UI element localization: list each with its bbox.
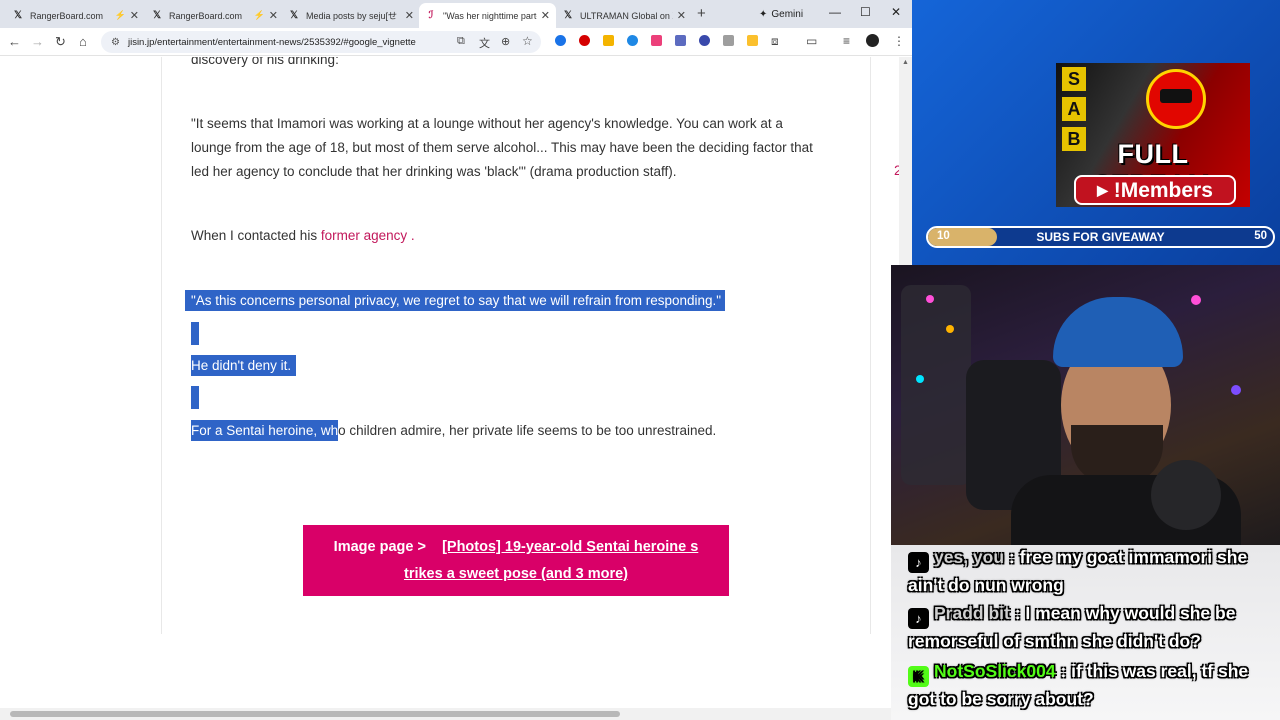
gemini-icon: ✦ [759,8,768,20]
close-tab-icon[interactable]: ✕ [269,9,278,22]
x-icon: 𝕏 [13,10,23,21]
extension-icon[interactable] [699,35,710,46]
article-quote-line: "It seems that Imamori was working at a … [191,116,783,131]
extension-icon[interactable] [747,35,758,46]
extension-icon[interactable] [723,35,734,46]
chat-panel: ♪ yes, you : free my goat immamori she ai… [891,545,1280,720]
maximize-icon[interactable]: ☐ [860,5,871,19]
members-badge: ▶ !Members [1074,175,1236,205]
close-tab-icon[interactable]: ✕ [130,9,139,22]
zoom-icon[interactable]: ⊕ [501,35,510,48]
close-window-icon[interactable]: ✕ [891,5,901,19]
bolt-icon: ⚡ [253,10,265,20]
horizontal-scrollbar[interactable] [0,708,912,720]
minimize-icon[interactable]: — [829,5,841,19]
giveaway-goal: 50 [1254,230,1267,242]
chat-message: ♪ yes, you : free my goat immamori she ai… [908,545,1268,597]
tab-media-posts[interactable]: 𝕏 Media posts by seju[せ ✕ [282,3,420,28]
shelf [901,285,971,485]
article-quote-line: led her agency to conclude that her drin… [191,164,677,179]
selected-text: He didn't deny it. [191,355,297,376]
microphone [1151,460,1221,530]
page-content: discovery of his drinking: "It seems tha… [0,57,892,634]
new-tab-button[interactable]: + [697,5,706,22]
light [926,295,934,303]
no-denial-text: He didn't deny it. [191,354,297,378]
selected-text: "As this concerns personal privacy, we r… [185,290,726,311]
x-icon: 𝕏 [289,10,299,21]
side-panel-icon[interactable]: ▭ [806,34,817,48]
reading-list-icon[interactable]: ≡ [843,34,850,48]
contacted-prefix: When I contacted his [191,228,321,243]
tab-rangerboard-2[interactable]: 𝕏 RangerBoard.com ⚡ ✕ [145,3,284,28]
banner-letter: A [1062,97,1086,121]
gemini-button[interactable]: ✦ Gemini [753,6,809,22]
chat-message: ♪ Pradd bit : I mean why would she be rem… [908,601,1268,653]
light [946,325,954,333]
contacted-suffix: . [407,228,415,243]
menu-dots-icon[interactable]: ⋮ [893,34,905,48]
selection-marker [191,386,199,409]
article-quote-line: lounge from the age of 18, but most of t… [191,140,813,155]
extension-icon[interactable] [579,35,590,46]
bolt-icon: ⚡ [114,10,126,20]
jisin-icon: ℐ [428,10,434,21]
selection-marker [191,322,199,345]
extension-icon[interactable] [651,35,662,46]
helmet-visor [1160,89,1192,103]
image-page-label: Image page > [333,539,426,555]
chat-username: NotSoSlick004 [934,661,1056,681]
close-tab-icon[interactable]: ✕ [677,9,686,22]
scroll-up-icon[interactable]: ▲ [902,59,909,66]
extension-icon[interactable] [627,35,638,46]
tab-ultraman[interactable]: 𝕏 ULTRAMAN Global on X ✕ [556,3,692,28]
image-link-line1[interactable]: [Photos] 19-year-old Sentai heroine s [442,539,698,555]
image-page-link-box[interactable]: Image page > [Photos] 19-year-old Sentai… [303,525,729,596]
image-link-line2[interactable]: trikes a sweet pose (and 3 more) [303,561,729,588]
light [916,375,924,383]
tab-rangerboard-1[interactable]: 𝕏 RangerBoard.com ⚡ ✕ [6,3,145,28]
stream-overlay: S A B FULL STREAM ▶ !Members 10 SUBS FOR… [891,0,1280,720]
chat-username: Pradd bit [934,603,1010,623]
horizontal-scroll-thumb[interactable] [10,711,620,717]
blue-cap [1053,297,1183,367]
x-icon: 𝕏 [563,10,573,21]
banner-letter: S [1062,67,1086,91]
article-paragraph: When I contacted his former agency . [191,224,415,248]
extension-icon[interactable] [555,35,566,46]
bookmark-star-icon[interactable]: ☆ [522,34,533,48]
selected-text: For a Sentai heroine, wh [191,420,339,441]
extensions-puzzle-icon[interactable]: ⧈ [771,34,779,49]
close-tab-icon[interactable]: ✕ [541,9,550,22]
browser-toolbar: ← → ↻ ⌂ ⚙ jisin.jp/entertainment/enterta… [0,28,912,56]
kick-icon: K [908,666,929,687]
tab-jisin-article[interactable]: ℐ "Was her nighttime part- ✕ [419,3,556,28]
close-tab-icon[interactable]: ✕ [405,9,414,22]
webcam-feed [891,265,1280,551]
extension-icon[interactable] [675,35,686,46]
light [1191,295,1201,305]
x-icon: 𝕏 [152,10,162,21]
agency-response: "As this concerns personal privacy, we r… [185,289,726,313]
extension-icons: ⧉ 文 ⊕ ☆ ⧈ ▭ ≡ ⋮ [0,34,912,51]
install-app-icon[interactable]: ⧉ [457,35,465,48]
browser-window: 𝕏 RangerBoard.com ⚡ ✕ 𝕏 RangerBoard.com … [0,0,912,720]
chat-message: K NotSoSlick004 : if this was real, tf sh… [908,659,1268,711]
extension-icon[interactable] [603,35,614,46]
giveaway-label: SUBS FOR GIVEAWAY [1036,230,1165,244]
unselected-text: o children admire, her private life seem… [338,423,717,438]
full-stream-banner: S A B FULL STREAM ▶ !Members [1056,63,1250,207]
light [1231,385,1241,395]
tab-strip: 𝕏 RangerBoard.com ⚡ ✕ 𝕏 RangerBoard.com … [0,0,912,28]
former-agency-link[interactable]: former agency [321,228,407,243]
profile-avatar[interactable] [866,34,879,47]
tiktok-icon: ♪ [908,552,929,573]
closing-sentence: For a Sentai heroine, who children admir… [191,419,716,443]
chat-username: yes, you [934,547,1005,567]
giveaway-progress-bar: 10 SUBS FOR GIVEAWAY 50 [926,226,1275,248]
tiktok-icon: ♪ [908,608,929,629]
translate-icon[interactable]: 文 [479,35,490,51]
article-paragraph: discovery of his drinking: [191,57,339,67]
youtube-icon: ▶ [1097,182,1108,198]
